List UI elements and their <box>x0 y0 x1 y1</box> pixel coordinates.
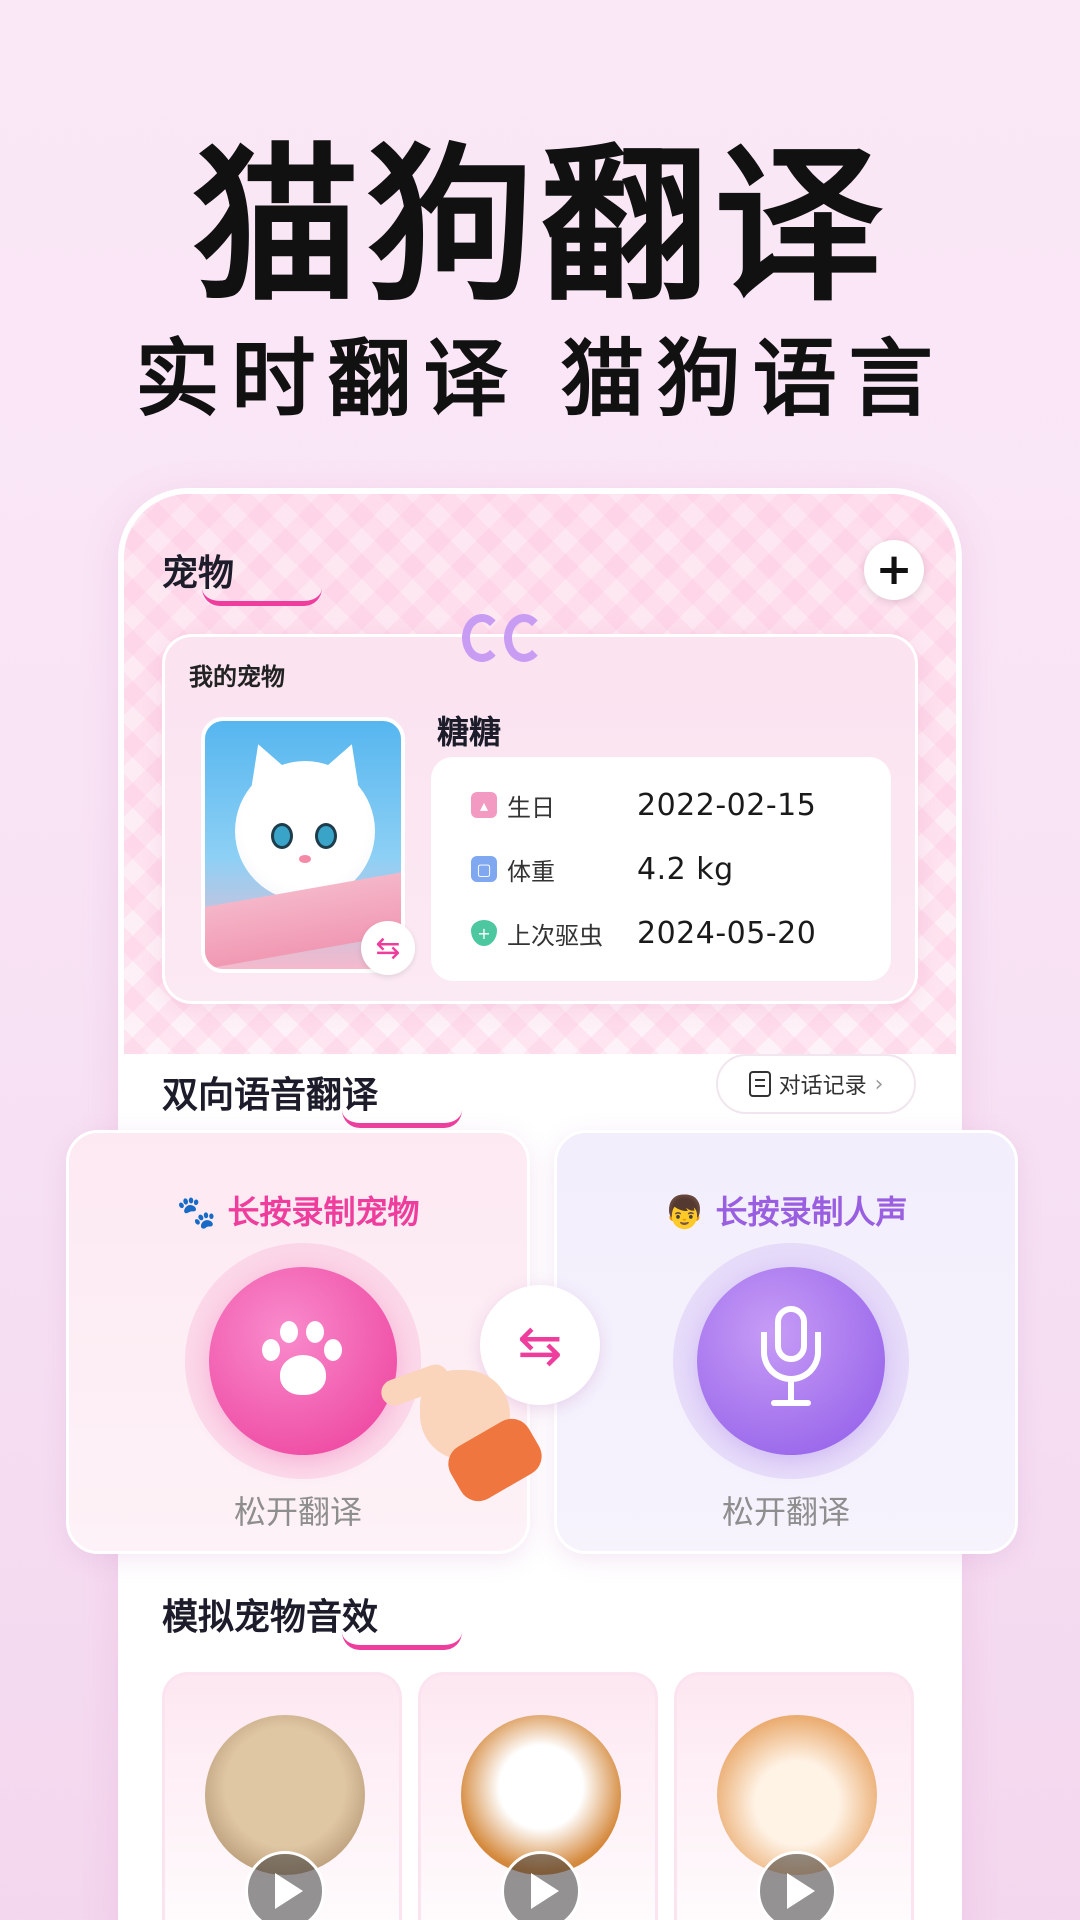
info-value: 4.2 kg <box>637 851 734 887</box>
title-underline-decoration <box>202 588 322 606</box>
info-label: 体重 <box>507 857 555 886</box>
cake-icon: ▴ <box>471 792 497 818</box>
human-record-card: 👦 长按录制人声 松开翻译 <box>554 1130 1018 1554</box>
microphone-icon <box>751 1306 831 1416</box>
human-record-label: 👦 长按录制人声 <box>664 1193 908 1231</box>
conversation-history-button[interactable]: 对话记录 › <box>716 1054 916 1114</box>
info-row-weight: ▢ 体重 4.2 kg <box>471 849 734 889</box>
shield-plus-icon: + <box>471 920 497 946</box>
record-pet-button[interactable] <box>209 1267 397 1455</box>
translate-section-title: 双向语音翻译 <box>162 1066 462 1128</box>
release-to-translate-label: 松开翻译 <box>721 1493 850 1531</box>
info-row-deworming: + 上次驱虫 2024-05-20 <box>471 913 816 953</box>
scale-icon: ▢ <box>471 856 497 882</box>
swap-arrows-icon: ⇆ <box>375 930 401 966</box>
paw-icon <box>258 1321 348 1401</box>
document-icon <box>748 1071 771 1097</box>
info-value: 2024-05-20 <box>637 915 817 951</box>
boy-avatar-icon: 👦 <box>664 1193 705 1231</box>
pet-record-label: 🐾 长按录制宠物 <box>176 1193 420 1231</box>
pet-card-body: 我的宠物 ⇆ 糖糖 ▴ 生日 2022-02-15 ▢ 体重 4.2 kg + … <box>162 634 918 1004</box>
pet-info-box: ▴ 生日 2022-02-15 ▢ 体重 4.2 kg + 上次驱虫 2024-… <box>431 757 891 981</box>
switch-pet-button[interactable]: ⇆ <box>361 921 415 975</box>
my-pet-card: 我的宠物 ⇆ 糖糖 ▴ 生日 2022-02-15 ▢ 体重 4.2 kg + … <box>162 614 918 1004</box>
title-underline-decoration <box>342 1632 462 1650</box>
add-pet-button[interactable]: + <box>864 540 924 600</box>
sound-section-title: 模拟宠物音效 <box>162 1588 462 1650</box>
chevron-right-icon: › <box>874 1071 884 1097</box>
pet-name: 糖糖 <box>437 713 502 751</box>
sound-card-cat[interactable] <box>162 1672 402 1920</box>
hero-title: 猫狗翻译 <box>192 128 888 324</box>
paw-icon: 🐾 <box>176 1193 217 1231</box>
info-row-birthday: ▴ 生日 2022-02-15 <box>471 785 816 825</box>
info-value: 2022-02-15 <box>637 787 817 823</box>
hero-subtitle: 实时翻译 猫狗语言 <box>135 330 945 428</box>
sound-card-hamster[interactable] <box>674 1672 914 1920</box>
sound-card-dog[interactable] <box>418 1672 658 1920</box>
plus-icon: + <box>875 544 913 595</box>
title-underline-decoration <box>342 1110 462 1128</box>
pointing-hand-illustration <box>377 1350 549 1509</box>
info-label: 上次驱虫 <box>507 921 603 950</box>
record-voice-button[interactable] <box>697 1267 885 1455</box>
pets-section-title: 宠物 <box>162 544 322 606</box>
binder-rings-decoration <box>458 614 548 674</box>
info-label: 生日 <box>507 793 555 822</box>
my-pet-label: 我的宠物 <box>189 663 285 691</box>
history-label: 对话记录 <box>778 1074 867 1099</box>
